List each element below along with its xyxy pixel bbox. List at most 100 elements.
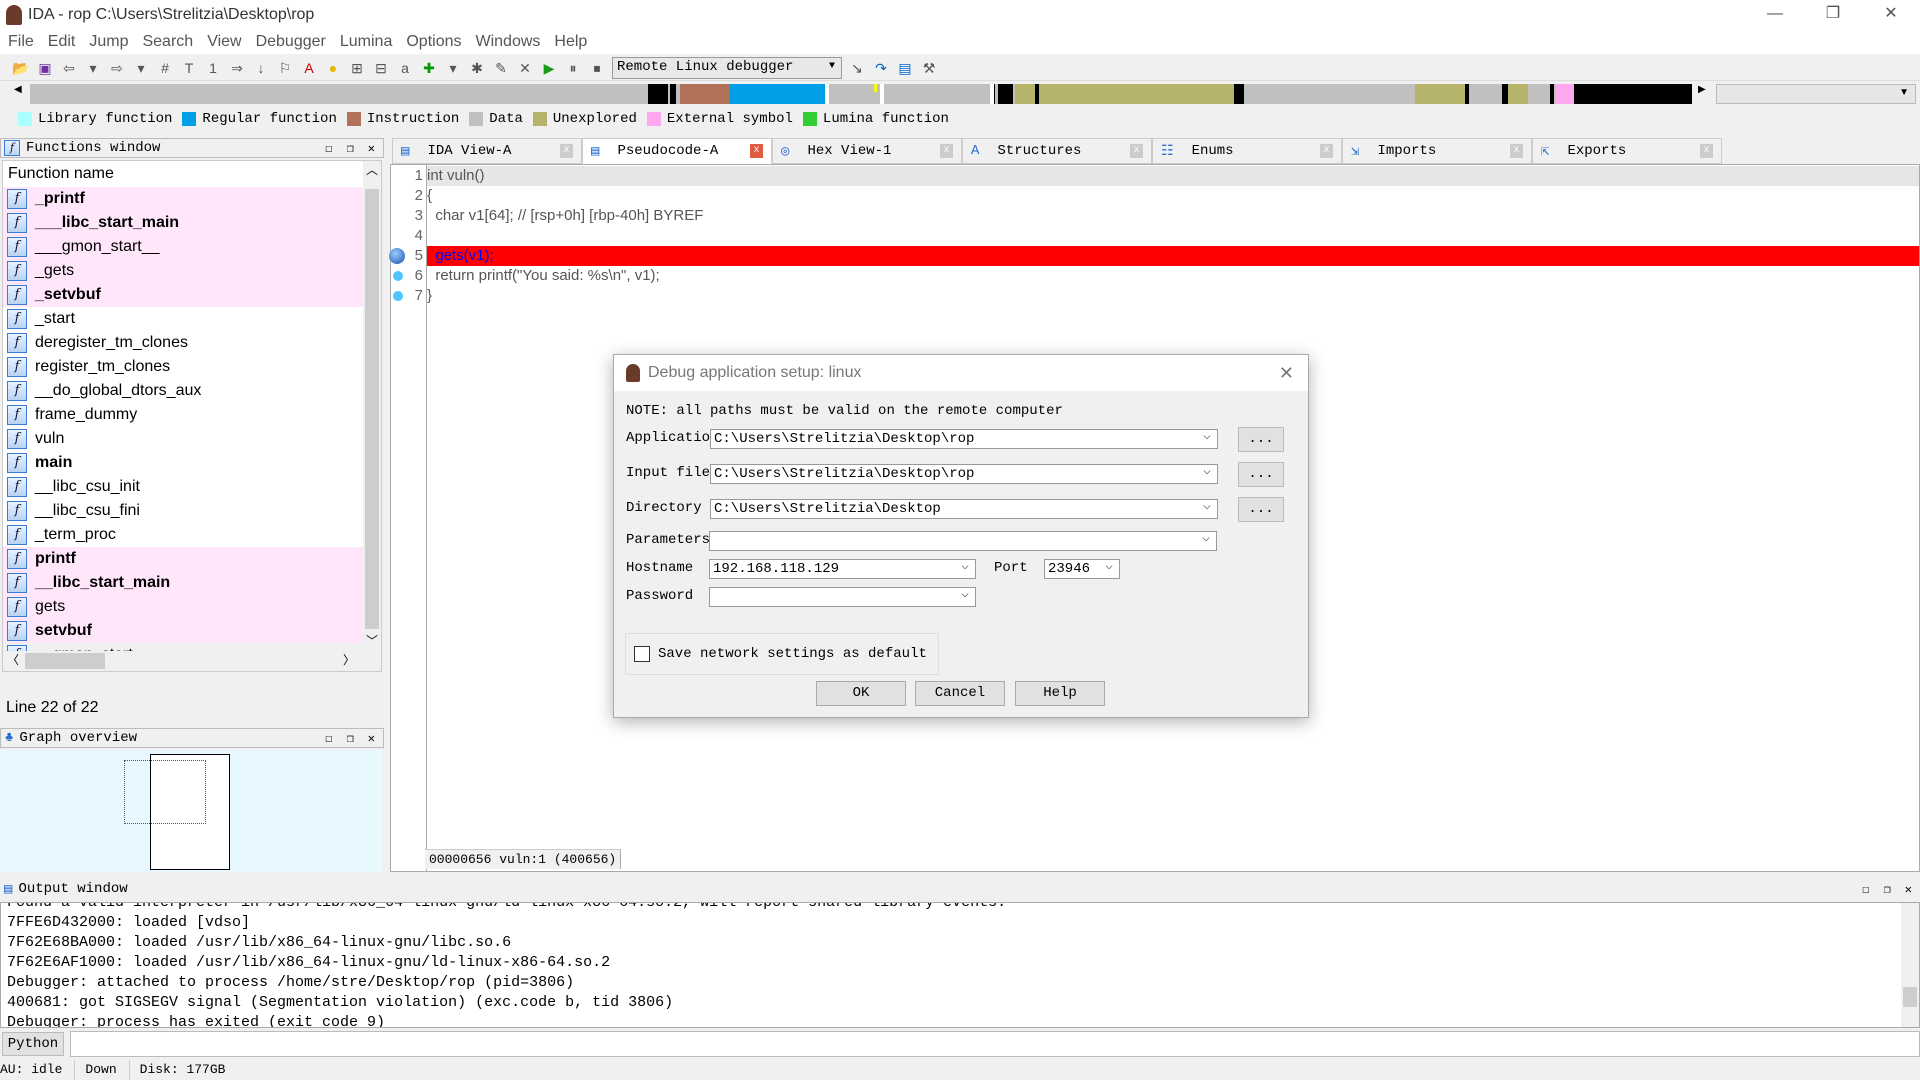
directory-browse-button[interactable]: ... [1238, 497, 1284, 522]
function-row[interactable]: f __libc_start_main [3, 571, 363, 595]
menu-jump[interactable]: Jump [89, 33, 128, 51]
code-line[interactable]: return printf("You said: %s\n", v1); [427, 266, 1919, 286]
nav-right-arrow-icon[interactable]: ▶ [1698, 84, 1706, 95]
breakpoint-icon[interactable] [389, 248, 405, 264]
maximize-icon[interactable]: ☐ [1862, 882, 1869, 897]
function-row[interactable]: f printf [3, 547, 363, 571]
float-icon[interactable]: ❐ [347, 731, 354, 746]
ok-button[interactable]: OK [816, 681, 906, 706]
scroll-thumb[interactable] [1903, 987, 1917, 1007]
breakpoint-marker-icon[interactable] [393, 291, 403, 301]
function-row[interactable]: f register_tm_clones [3, 355, 363, 379]
function-row[interactable]: f ___libc_start_main [3, 211, 363, 235]
code-line[interactable]: char v1[64]; // [rsp+0h] [rbp-40h] BYREF [427, 206, 1919, 226]
graph-overview-canvas[interactable] [0, 750, 382, 872]
parameters-combo[interactable] [709, 530, 1217, 551]
breakpoints-icon[interactable]: ▤ [896, 59, 914, 77]
step-over-icon[interactable]: ↷ [872, 59, 890, 77]
menu-edit[interactable]: Edit [48, 33, 76, 51]
minimize-button[interactable]: — [1746, 0, 1804, 30]
function-row[interactable]: f setvbuf [3, 619, 363, 643]
tab-close-icon[interactable]: x [940, 144, 953, 158]
patch-icon[interactable]: ⚐ [276, 59, 294, 77]
save-default-checkbox[interactable] [634, 646, 650, 662]
menu-debugger[interactable]: Debugger [256, 33, 326, 51]
start-icon[interactable]: ▶ [540, 59, 558, 77]
code-line[interactable]: { [427, 186, 1919, 206]
function-row[interactable]: f _gets [3, 259, 363, 283]
function-icon[interactable]: ✱ [468, 59, 486, 77]
application-combo[interactable]: C:\Users\Strelitzia\Desktop\rop [710, 428, 1218, 449]
step-into-icon[interactable]: ↘ [848, 59, 866, 77]
function-row[interactable]: f _printf [3, 187, 363, 211]
directory-combo[interactable]: C:\Users\Strelitzia\Desktop [710, 498, 1218, 519]
function-row[interactable]: f ___gmon_start__ [3, 235, 363, 259]
save-icon[interactable]: ▣ [36, 59, 54, 77]
scroll-right-icon[interactable]: 〉 [343, 651, 355, 668]
menu-file[interactable]: File [8, 33, 34, 51]
nav-left-arrow-icon[interactable]: ◀ [14, 84, 22, 95]
tab-enums[interactable]: ☷ Enums x [1152, 138, 1342, 164]
open-icon[interactable]: 📂 [12, 59, 30, 77]
restore-button[interactable]: ❐ [1804, 0, 1862, 30]
output-log[interactable]: Found a valid interpreter in /usr/lib/x8… [0, 902, 1920, 1028]
forward-icon[interactable]: ⇨ [108, 59, 126, 77]
navigation-combo[interactable]: ▼ [1716, 84, 1916, 104]
struct-offset-icon[interactable]: ✚ [420, 59, 438, 77]
close-icon[interactable]: ✕ [1905, 882, 1912, 897]
horizontal-scrollbar[interactable]: 〈 〉 [3, 651, 381, 671]
close-icon[interactable]: ✕ [368, 731, 375, 746]
function-row[interactable]: f deregister_tm_clones [3, 331, 363, 355]
back-dropdown-icon[interactable]: ▾ [84, 59, 102, 77]
jump-icon[interactable]: ⇒ [228, 59, 246, 77]
help-button[interactable]: Help [1015, 681, 1105, 706]
code-line[interactable] [427, 226, 1919, 246]
input-file-browse-button[interactable]: ... [1238, 462, 1284, 487]
dropdown-icon[interactable]: ▾ [444, 59, 462, 77]
maximize-icon[interactable]: ☐ [325, 731, 332, 746]
scroll-left-icon[interactable]: 〈 [7, 651, 19, 668]
maximize-icon[interactable]: ☐ [325, 141, 332, 156]
tab-pseudocode-a[interactable]: ▤ Pseudocode-A x [582, 138, 772, 164]
scroll-down-icon[interactable]: ﹀ [363, 632, 381, 649]
function-row[interactable]: f __do_global_dtors_aux [3, 379, 363, 403]
tab-close-icon[interactable]: x [1510, 144, 1523, 158]
pause-icon[interactable]: ⏸ [564, 59, 582, 77]
code-line[interactable]: int vuln() [427, 166, 1919, 186]
navigation-band[interactable] [30, 84, 1692, 104]
function-row[interactable]: f _term_proc [3, 523, 363, 547]
port-combo[interactable]: 23946 [1044, 558, 1120, 579]
hex-icon[interactable]: # [156, 59, 174, 77]
close-icon[interactable]: ✕ [368, 141, 375, 156]
tab-hex-view-1[interactable]: ◎ Hex View-1 x [772, 138, 962, 164]
strings-icon[interactable]: A [300, 59, 318, 77]
float-icon[interactable]: ❐ [1884, 882, 1891, 897]
menu-view[interactable]: View [207, 33, 241, 51]
function-row[interactable]: f vuln [3, 427, 363, 451]
down-icon[interactable]: ↓ [252, 59, 270, 77]
tab-close-icon[interactable]: x [1320, 144, 1333, 158]
menu-windows[interactable]: Windows [475, 33, 540, 51]
vertical-scrollbar[interactable]: ︿ ﹀ [363, 161, 381, 671]
tab-close-icon[interactable]: x [560, 144, 573, 158]
edit-function-icon[interactable]: ✎ [492, 59, 510, 77]
menu-search[interactable]: Search [142, 33, 193, 51]
forward-dropdown-icon[interactable]: ▾ [132, 59, 150, 77]
function-row[interactable]: f main [3, 451, 363, 475]
hostname-combo[interactable]: 192.168.118.129 [709, 558, 976, 579]
stop-icon[interactable]: ⏹ [588, 59, 606, 77]
delete-icon[interactable]: ✕ [516, 59, 534, 77]
back-icon[interactable]: ⇦ [60, 59, 78, 77]
viewport-rect[interactable] [124, 760, 206, 824]
function-row[interactable]: f gets [3, 595, 363, 619]
application-browse-button[interactable]: ... [1238, 427, 1284, 452]
function-row[interactable]: f __libc_csu_fini [3, 499, 363, 523]
menu-lumina[interactable]: Lumina [340, 33, 392, 51]
tab-exports[interactable]: ⇱ Exports x [1532, 138, 1722, 164]
debugger-select[interactable]: Remote Linux debugger [612, 56, 842, 79]
save-default-label[interactable]: Save network settings as default [658, 646, 927, 662]
cancel-button[interactable]: Cancel [915, 681, 1005, 706]
input-file-combo[interactable]: C:\Users\Strelitzia\Desktop\rop [710, 463, 1218, 484]
column-header-function-name[interactable]: Function name [3, 161, 381, 187]
binary-icon[interactable]: 1 [204, 59, 222, 77]
